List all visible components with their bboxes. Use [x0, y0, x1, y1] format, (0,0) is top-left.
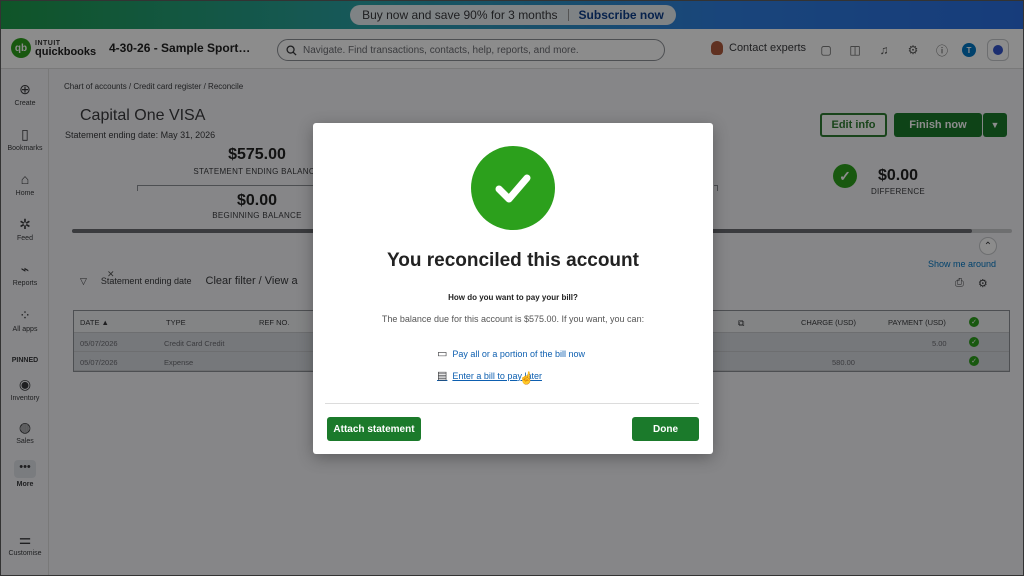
reconciled-dialog: You reconciled this account How do you w…	[313, 123, 713, 454]
hand-cursor-icon: ☝	[519, 371, 534, 385]
dialog-title: You reconciled this account	[387, 250, 639, 271]
credit-card-icon: ▭	[437, 348, 448, 360]
pay-bill-now-label: Pay all or a portion of the bill now	[452, 348, 585, 359]
dialog-question: How do you want to pay your bill?	[448, 293, 578, 302]
pay-bill-now-link[interactable]: ▭ Pay all or a portion of the bill now	[437, 347, 585, 360]
dialog-description: The balance due for this account is $575…	[381, 314, 645, 324]
success-check-icon	[471, 146, 555, 230]
dialog-divider	[325, 403, 699, 404]
app-window: Buy now and save 90% for 3 months Subscr…	[0, 0, 1024, 576]
done-button[interactable]: Done	[632, 417, 699, 441]
attach-statement-button[interactable]: Attach statement	[327, 417, 421, 441]
document-icon: ▤	[437, 370, 448, 382]
